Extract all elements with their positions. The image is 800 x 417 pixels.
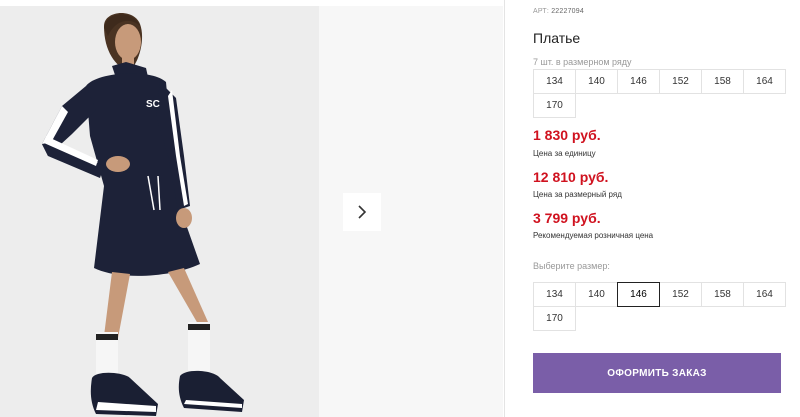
product-title: Платье [533, 30, 581, 46]
unit-price-label: Цена за единицу [533, 149, 596, 158]
size-picker: 134 140 146 152 158 164 170 [533, 282, 786, 331]
product-gallery: SC [0, 0, 508, 417]
size-row-cell: 140 [575, 69, 618, 94]
retail-price: 3 799 руб. [533, 210, 601, 226]
size-row-cell: 158 [701, 69, 744, 94]
checkout-button[interactable]: ОФОРМИТЬ ЗАКАЗ [533, 353, 781, 393]
unit-price: 1 830 руб. [533, 127, 601, 143]
size-option-152[interactable]: 152 [659, 282, 702, 307]
size-option-170[interactable]: 170 [533, 306, 576, 331]
size-row-cell: 164 [743, 69, 786, 94]
size-row-note: 7 шт. в размерном ряду [533, 57, 632, 67]
size-option-146[interactable]: 146 [617, 282, 660, 307]
size-row-grid: 134 140 146 152 158 164 170 [533, 69, 786, 118]
size-row-cell: 152 [659, 69, 702, 94]
chevron-right-icon [358, 205, 367, 219]
size-option-140[interactable]: 140 [575, 282, 618, 307]
retail-price-label: Рекомендуемая розничная цена [533, 231, 654, 240]
size-option-164[interactable]: 164 [743, 282, 786, 307]
gallery-divider [504, 0, 505, 417]
next-image-button[interactable] [343, 193, 381, 231]
row-price-label: Цена за размерный ряд [533, 190, 622, 199]
product-photo[interactable]: SC [0, 6, 319, 417]
article-value: 22227094 [551, 8, 584, 15]
size-picker-label: Выберите размер: [533, 261, 610, 271]
size-option-158[interactable]: 158 [701, 282, 744, 307]
size-row-cell: 170 [533, 93, 576, 118]
girl-in-dress-illustration: SC [0, 6, 319, 417]
article-label: АРТ: [533, 8, 550, 15]
size-option-134[interactable]: 134 [533, 282, 576, 307]
article-number: АРТ: 22227094 [533, 8, 584, 15]
svg-text:SC: SC [146, 99, 160, 110]
size-row-cell: 134 [533, 69, 576, 94]
size-row-cell: 146 [617, 69, 660, 94]
row-price: 12 810 руб. [533, 169, 609, 185]
